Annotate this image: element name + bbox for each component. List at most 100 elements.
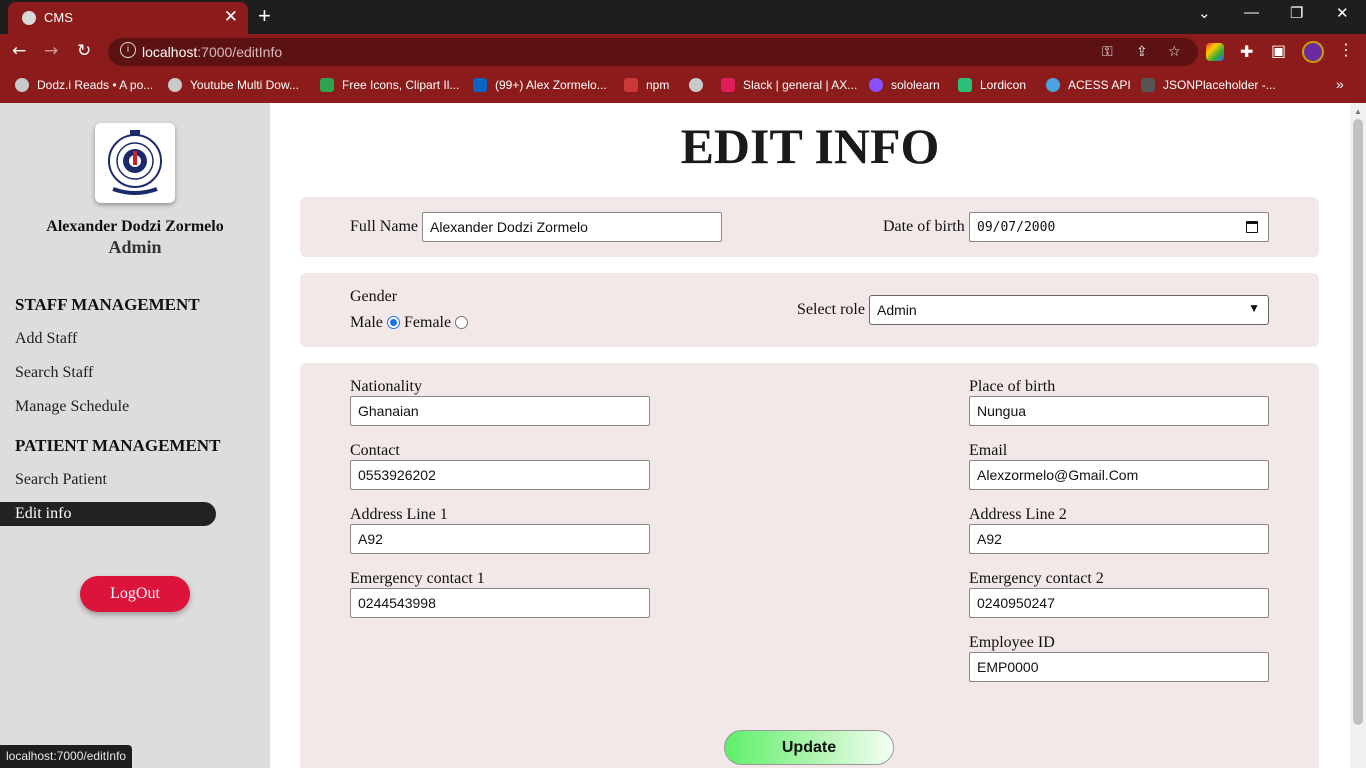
restore-icon[interactable]: ❐ [1290,4,1303,22]
bookmark-item[interactable] [689,78,711,92]
update-button[interactable]: Update [724,730,894,765]
minimize-icon[interactable]: — [1244,4,1259,21]
staff-management-heading: STAFF MANAGEMENT [15,295,200,314]
sidebar-item-search-staff[interactable]: Search Staff [15,364,93,382]
forward-arrow-icon[interactable]: → [44,41,58,61]
date-of-birth-label: Date of birth [883,218,965,235]
bookmarks-bar: Dodz.i Reads • A po... Youtube Multi Dow… [0,70,1366,103]
details-panel: Nationality Place of birth Contact Email… [300,363,1319,768]
emergency-contact-2-label: Emergency contact 2 [969,570,1104,587]
nationality-input[interactable] [350,396,650,426]
npm-icon [624,78,638,92]
university-seal-icon [108,130,162,195]
linkedin-icon [473,78,487,92]
browser-menu-icon[interactable]: ⋮ [1338,40,1354,59]
university-logo [95,123,175,203]
site-info-icon[interactable]: i [120,42,136,58]
lordicon-icon [958,78,972,92]
globe-icon [22,11,36,25]
extension-icon[interactable] [1206,43,1224,61]
gender-female-radio[interactable] [455,316,468,329]
flaticon-icon [320,78,334,92]
page-title: EDIT INFO [680,118,940,174]
bookmark-item[interactable]: Lordicon [958,78,1026,92]
user-role: Admin [108,237,162,257]
json-icon [1141,78,1155,92]
sidebar: Alexander Dodzi Zormelo Admin STAFF MANA… [0,103,270,768]
address-line-1-label: Address Line 1 [350,506,448,523]
url-text: localhost:7000/editInfo [142,44,283,60]
main-content: EDIT INFO Full Name Date of birth Gender… [270,103,1350,768]
address-line-2-label: Address Line 2 [969,506,1067,523]
emergency-contact-1-input[interactable] [350,588,650,618]
scrollbar-thumb[interactable] [1353,119,1363,725]
email-label: Email [969,442,1008,459]
globe-icon [15,78,29,92]
full-name-label: Full Name [350,218,418,235]
sidebar-item-search-patient[interactable]: Search Patient [15,471,107,489]
browser-tab-bar: CMS ✕ + ⌄ — ❐ ✕ [0,0,1366,34]
bookmark-item[interactable]: npm [624,78,669,92]
user-name: Alexander Dodzi Zormelo [46,218,224,235]
reload-icon[interactable]: ↻ [77,41,91,61]
tab-title: CMS [44,10,73,25]
place-of-birth-input[interactable] [969,396,1269,426]
select-role-label: Select role [797,301,865,318]
bookmark-item[interactable]: Free Icons, Clipart Il... [320,78,459,92]
gender-male-label: Male [350,314,383,331]
sidebar-item-edit-info[interactable]: Edit info [0,502,216,526]
gender-male-radio[interactable] [387,316,400,329]
bookmark-item[interactable]: (99+) Alex Zormelo... [473,78,607,92]
more-bookmarks-icon[interactable]: » [1336,76,1344,92]
window-close-icon[interactable]: ✕ [1336,4,1349,22]
place-of-birth-label: Place of birth [969,378,1056,395]
calendar-icon[interactable] [1246,221,1258,233]
address-bar[interactable]: i localhost:7000/editInfo ⚿ ⇪ ☆ [108,38,1198,66]
tab-search-chevron-icon[interactable]: ⌄ [1198,4,1211,22]
browser-tab[interactable]: CMS ✕ [8,2,248,34]
side-panel-icon[interactable]: ▣ [1271,41,1286,60]
bookmark-item[interactable]: sololearn [869,78,940,92]
close-tab-icon[interactable]: ✕ [224,7,238,27]
date-of-birth-input[interactable] [969,212,1269,242]
share-icon[interactable]: ⇪ [1136,44,1148,60]
full-name-input[interactable] [422,212,722,242]
browser-toolbar: ← → ↻ i localhost:7000/editInfo ⚿ ⇪ ☆ ✚ … [0,34,1366,70]
page-scrollbar[interactable]: ▲ [1350,103,1366,768]
role-select[interactable]: Admin ▼ [869,295,1269,325]
scroll-up-arrow-icon[interactable]: ▲ [1354,107,1362,116]
email-input[interactable] [969,460,1269,490]
globe-icon [168,78,182,92]
address-line-2-input[interactable] [969,524,1269,554]
bookmark-item[interactable]: Youtube Multi Dow... [168,78,299,92]
bookmark-item[interactable]: Slack | general | AX... [721,78,857,92]
emergency-contact-1-label: Emergency contact 1 [350,570,485,587]
sidebar-item-manage-schedule[interactable]: Manage Schedule [15,398,129,416]
globe-icon [689,78,703,92]
contact-input[interactable] [350,460,650,490]
status-url-tooltip: localhost:7000/editInfo [0,745,133,768]
emergency-contact-2-input[interactable] [969,588,1269,618]
bookmark-item[interactable]: Dodz.i Reads • A po... [15,78,153,92]
contact-label: Contact [350,442,400,459]
slack-icon [721,78,735,92]
new-tab-icon[interactable]: + [258,3,271,29]
logout-button[interactable]: LogOut [80,576,190,612]
profile-avatar[interactable] [1302,41,1324,63]
sidebar-item-add-staff[interactable]: Add Staff [15,330,77,348]
bookmark-item[interactable]: JSONPlaceholder -... [1141,78,1276,92]
employee-id-label: Employee ID [969,634,1055,651]
address-line-1-input[interactable] [350,524,650,554]
puzzle-extensions-icon[interactable]: ✚ [1240,42,1253,61]
api-icon [1046,78,1060,92]
gender-role-panel: Gender Male Female Select role Admin ▼ [300,273,1319,347]
employee-id-input[interactable] [969,652,1269,682]
chevron-down-icon: ▼ [1248,301,1260,315]
patient-management-heading: PATIENT MANAGEMENT [15,436,221,455]
bookmark-item[interactable]: ACESS API [1046,78,1131,92]
bookmark-star-icon[interactable]: ☆ [1168,44,1181,60]
gender-female-label: Female [404,314,452,331]
role-select-value: Admin [877,302,917,318]
back-arrow-icon[interactable]: ← [12,41,26,61]
key-icon[interactable]: ⚿ [1102,44,1113,60]
